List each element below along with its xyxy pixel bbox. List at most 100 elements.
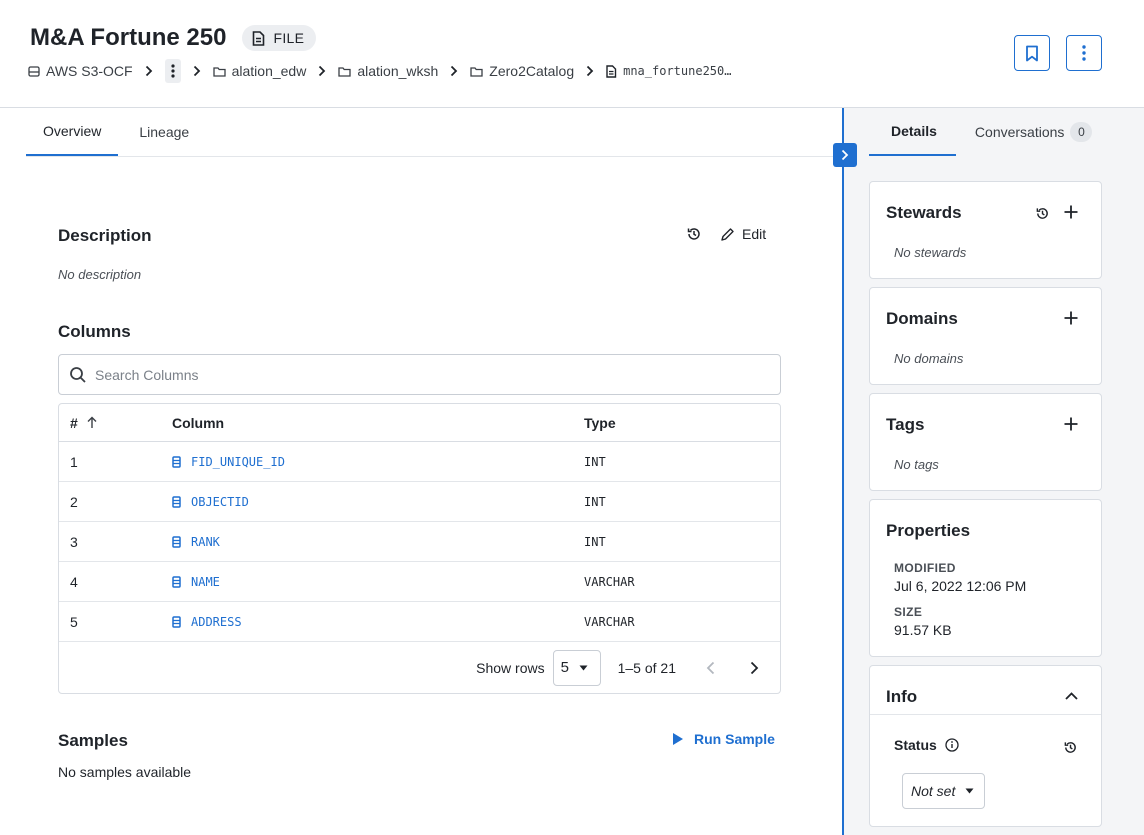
- conversations-count-badge: 0: [1070, 122, 1093, 142]
- object-type-label: FILE: [273, 30, 305, 46]
- pagination-range: 1–5 of 21: [617, 659, 676, 676]
- status-field-label: Status: [894, 737, 959, 753]
- bookmark-icon: [1026, 45, 1038, 61]
- breadcrumb-source[interactable]: AWS S3-OCF: [28, 63, 133, 79]
- more-vertical-icon: [171, 64, 175, 78]
- column-link[interactable]: ADDRESS: [191, 615, 242, 629]
- search-columns-field[interactable]: [58, 354, 781, 395]
- more-actions-button[interactable]: [1066, 35, 1102, 71]
- plus-icon: [1064, 311, 1078, 325]
- more-vertical-icon: [1082, 45, 1086, 61]
- pencil-icon: [721, 227, 734, 241]
- edit-label: Edit: [742, 226, 767, 242]
- type-cell: INT: [584, 454, 606, 469]
- column-cell: OBJECTID: [172, 495, 584, 509]
- table-header: # Column Type: [59, 404, 780, 442]
- edit-description-button[interactable]: Edit: [720, 226, 766, 242]
- table-row: 1 FID_UNIQUE_ID INT: [59, 442, 780, 482]
- properties-card: Properties MODIFIED Jul 6, 2022 12:06 PM…: [869, 499, 1102, 657]
- column-link[interactable]: OBJECTID: [191, 495, 249, 509]
- pagination: Show rows 5 1–5 of 21: [59, 642, 780, 693]
- column-icon: [172, 575, 181, 588]
- datasource-icon: [28, 65, 40, 77]
- chevron-right-icon: [193, 65, 201, 77]
- breadcrumb: AWS S3-OCF alation_edw alation_wksh Zero…: [28, 59, 731, 83]
- row-num: 4: [70, 573, 78, 590]
- breadcrumb-item-label: alation_edw: [231, 63, 307, 79]
- column-cell: RANK: [172, 535, 584, 549]
- details-panel: Details Conversations 0 Stewards No stew…: [844, 108, 1144, 835]
- details-tabs: Details Conversations 0: [869, 108, 1101, 157]
- history-icon[interactable]: [686, 226, 702, 242]
- modified-value: Jul 6, 2022 12:06 PM: [894, 578, 1027, 594]
- breadcrumb-more-button[interactable]: [164, 59, 181, 83]
- rows-per-page-value: 5: [560, 659, 569, 676]
- chevron-right-icon: [586, 65, 594, 77]
- previous-page-button[interactable]: [700, 658, 720, 678]
- search-columns-input[interactable]: [95, 366, 695, 383]
- run-sample-button[interactable]: Run Sample: [672, 731, 775, 747]
- column-icon: [172, 495, 181, 508]
- plus-icon: [1064, 417, 1078, 431]
- column-cell: ADDRESS: [172, 615, 584, 629]
- add-steward-button[interactable]: [1061, 202, 1081, 222]
- domains-card: Domains No domains: [869, 287, 1102, 385]
- tab-overview[interactable]: Overview: [26, 108, 119, 156]
- domains-empty-text: No domains: [894, 351, 964, 366]
- folder-icon: [338, 66, 351, 77]
- table-row: 5 ADDRESS VARCHAR: [59, 602, 780, 642]
- status-value: Not set: [911, 783, 956, 799]
- add-tag-button[interactable]: [1061, 414, 1081, 434]
- file-icon: [253, 30, 265, 46]
- info-title: Info: [886, 687, 918, 706]
- tags-title: Tags: [886, 415, 925, 434]
- add-domain-button[interactable]: [1061, 308, 1081, 328]
- breadcrumb-item[interactable]: alation_wksh: [338, 63, 438, 79]
- column-link[interactable]: NAME: [191, 575, 220, 589]
- bookmark-button[interactable]: [1014, 35, 1050, 71]
- status-select[interactable]: Not set: [902, 773, 985, 809]
- row-num: 1: [70, 453, 78, 470]
- info-icon[interactable]: [945, 738, 959, 752]
- caret-down-icon: [579, 665, 588, 670]
- column-icon: [172, 535, 181, 548]
- folder-icon: [470, 66, 483, 77]
- header-column[interactable]: Column: [172, 415, 584, 431]
- description-empty-text: No description: [58, 267, 142, 282]
- type-cell: INT: [584, 534, 606, 549]
- column-link[interactable]: FID_UNIQUE_ID: [191, 455, 285, 469]
- tags-card: Tags No tags: [869, 393, 1102, 491]
- header-num[interactable]: #: [59, 415, 172, 431]
- rows-per-page-select[interactable]: 5: [552, 649, 601, 686]
- tab-lineage[interactable]: Lineage: [122, 108, 206, 156]
- chevron-right-icon: [145, 65, 153, 77]
- sort-ascending-icon: [87, 416, 97, 428]
- breadcrumb-item[interactable]: alation_edw: [212, 63, 307, 79]
- play-icon: [673, 733, 683, 745]
- collapse-panel-button[interactable]: [833, 143, 857, 167]
- tab-conversations[interactable]: Conversations 0: [956, 108, 1112, 156]
- row-num: 3: [70, 533, 78, 550]
- column-icon: [172, 455, 181, 468]
- header-type[interactable]: Type: [584, 415, 780, 431]
- run-sample-label: Run Sample: [694, 731, 775, 747]
- show-rows-label: Show rows: [476, 659, 545, 676]
- chevron-left-icon: [706, 661, 714, 674]
- description-heading: Description: [58, 226, 152, 245]
- column-cell: FID_UNIQUE_ID: [172, 455, 584, 469]
- columns-table: # Column Type 1 FID_UNIQUE_ID INT 2 OBJE…: [58, 403, 781, 694]
- collapse-info-button[interactable]: [1061, 686, 1081, 706]
- chevron-right-icon: [841, 149, 849, 161]
- column-link[interactable]: RANK: [191, 535, 220, 549]
- breadcrumb-current-label: mna_fortune250…: [623, 64, 732, 78]
- next-page-button[interactable]: [744, 658, 764, 678]
- stewards-card: Stewards No stewards: [869, 181, 1102, 279]
- history-icon[interactable]: [1061, 738, 1079, 756]
- description-actions: Edit: [686, 226, 766, 242]
- history-icon[interactable]: [1033, 204, 1051, 222]
- tab-details[interactable]: Details: [869, 108, 956, 156]
- table-row: 2 OBJECTID INT: [59, 482, 780, 522]
- breadcrumb-item[interactable]: Zero2Catalog: [470, 63, 574, 79]
- samples-heading: Samples: [58, 731, 128, 750]
- chevron-right-icon: [750, 661, 758, 674]
